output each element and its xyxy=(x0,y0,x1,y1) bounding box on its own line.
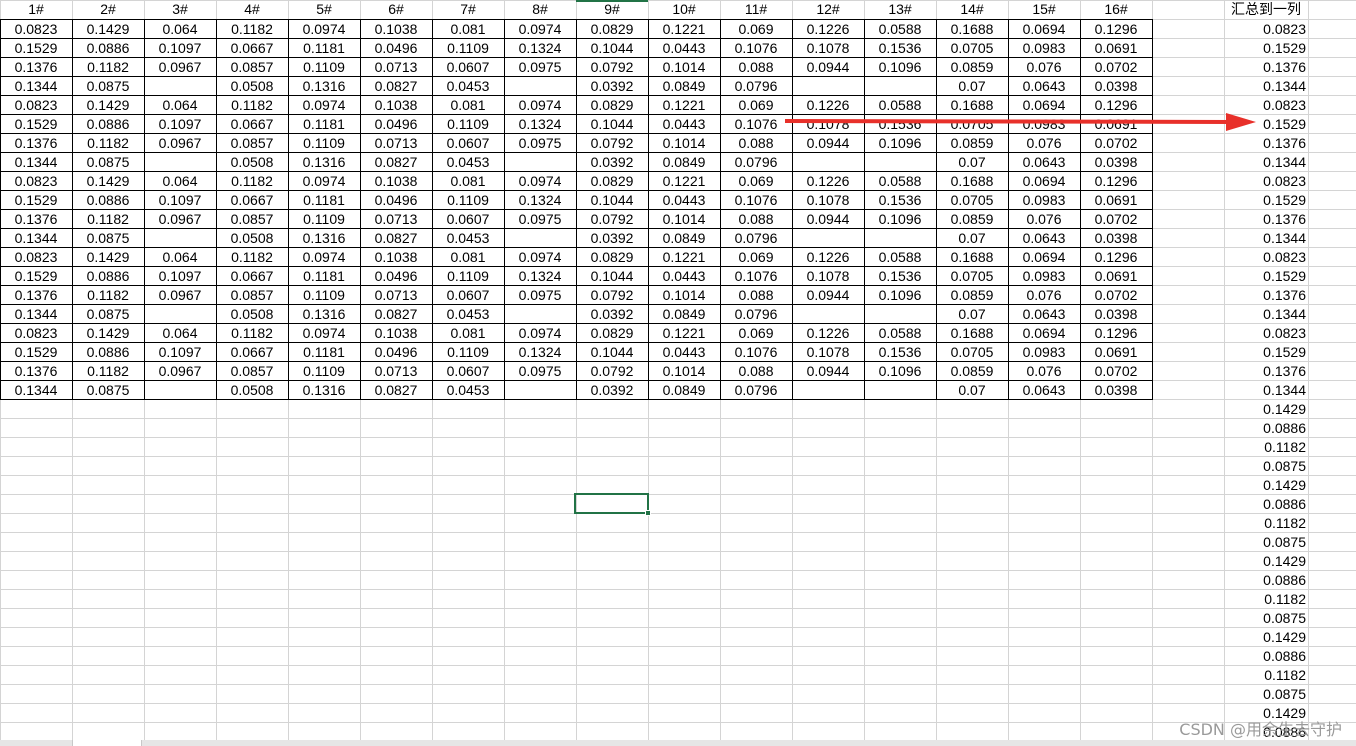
arrow-shaft xyxy=(784,119,1233,124)
watermark: CSDN @用余生去守护 xyxy=(1179,720,1342,739)
arrow-head xyxy=(1226,113,1256,131)
arrow-annotation xyxy=(784,113,1256,131)
horizontal-scrollbar[interactable] xyxy=(0,740,1356,746)
sheet-tab[interactable] xyxy=(72,740,142,746)
